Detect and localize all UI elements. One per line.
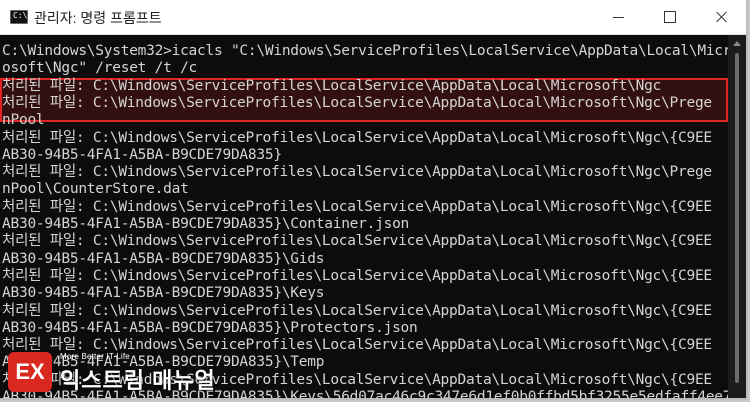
- console-line: AB30-94B5-4FA1-A5BA-B9CDE79DA835}\Contai…: [2, 216, 410, 232]
- console-line: 처리된 파일: C:\Windows\ServiceProfiles\Local…: [2, 94, 712, 111]
- console-line: AB30-94B5-4FA1-A5BA-B9CDE79DA835}\Keys: [2, 285, 325, 302]
- title-bar[interactable]: C:\ 관리자: 명령 프롬프트: [0, 0, 746, 35]
- watermark-name: 익스트림 매뉴얼: [60, 368, 216, 393]
- console-line: AB30-94B5-4FA1-A5BA-B9CDE79DA835}\Gids: [2, 250, 325, 267]
- scroll-up-arrow-icon[interactable]: [733, 41, 741, 46]
- console-line: nPool\CounterStore.dat: [2, 181, 189, 198]
- brand-logo-icon: EX: [8, 352, 52, 392]
- console-output[interactable]: C:\Windows\System32>icacls "C:\Windows\S…: [0, 35, 728, 398]
- console-line: 처리된 파일: C:\Windows\ServiceProfiles\Local…: [2, 302, 712, 319]
- console-line: C:\Windows\System32>icacls "C:\Windows\S…: [2, 43, 728, 59]
- console-line: 처리된 파일: C:\Windows\ServiceProfiles\Local…: [2, 233, 712, 250]
- watermark: EX More Better IT Life 익스트림 매뉴얼: [8, 350, 233, 396]
- console-line: AB30-94B5-4FA1-A5BA-B9CDE79DA835}\Protec…: [2, 319, 418, 336]
- scroll-thumb[interactable]: [735, 53, 739, 383]
- console-line: 처리된 파일: C:\Windows\ServiceProfiles\Local…: [2, 198, 712, 215]
- minimize-icon: [612, 16, 624, 18]
- window-title: 관리자: 명령 프롬프트: [34, 10, 162, 26]
- close-button[interactable]: [696, 0, 746, 34]
- console-line: 처리된 파일: C:\Windows\ServiceProfiles\Local…: [2, 164, 712, 181]
- maximize-button[interactable]: [644, 0, 696, 34]
- console-line: nPool: [2, 112, 45, 129]
- close-icon: [716, 11, 728, 23]
- console-line: 처리된 파일: C:\Windows\ServiceProfiles\Local…: [2, 267, 712, 284]
- console-line: 처리된 파일: C:\Windows\ServiceProfiles\Local…: [2, 129, 712, 146]
- console-line: osoft\Ngc" /reset /t /c: [2, 60, 198, 77]
- minimize-button[interactable]: [592, 0, 644, 34]
- watermark-tagline: More Better IT Life: [60, 352, 130, 361]
- vertical-scrollbar[interactable]: [728, 35, 746, 398]
- console-line: AB30-94B5-4FA1-A5BA-B9CDE79DA835}: [2, 146, 282, 163]
- maximize-icon: [664, 11, 676, 23]
- console-line: 처리된 파일: C:\Windows\ServiceProfiles\Local…: [2, 77, 662, 94]
- cmd-icon: C:\: [10, 10, 28, 24]
